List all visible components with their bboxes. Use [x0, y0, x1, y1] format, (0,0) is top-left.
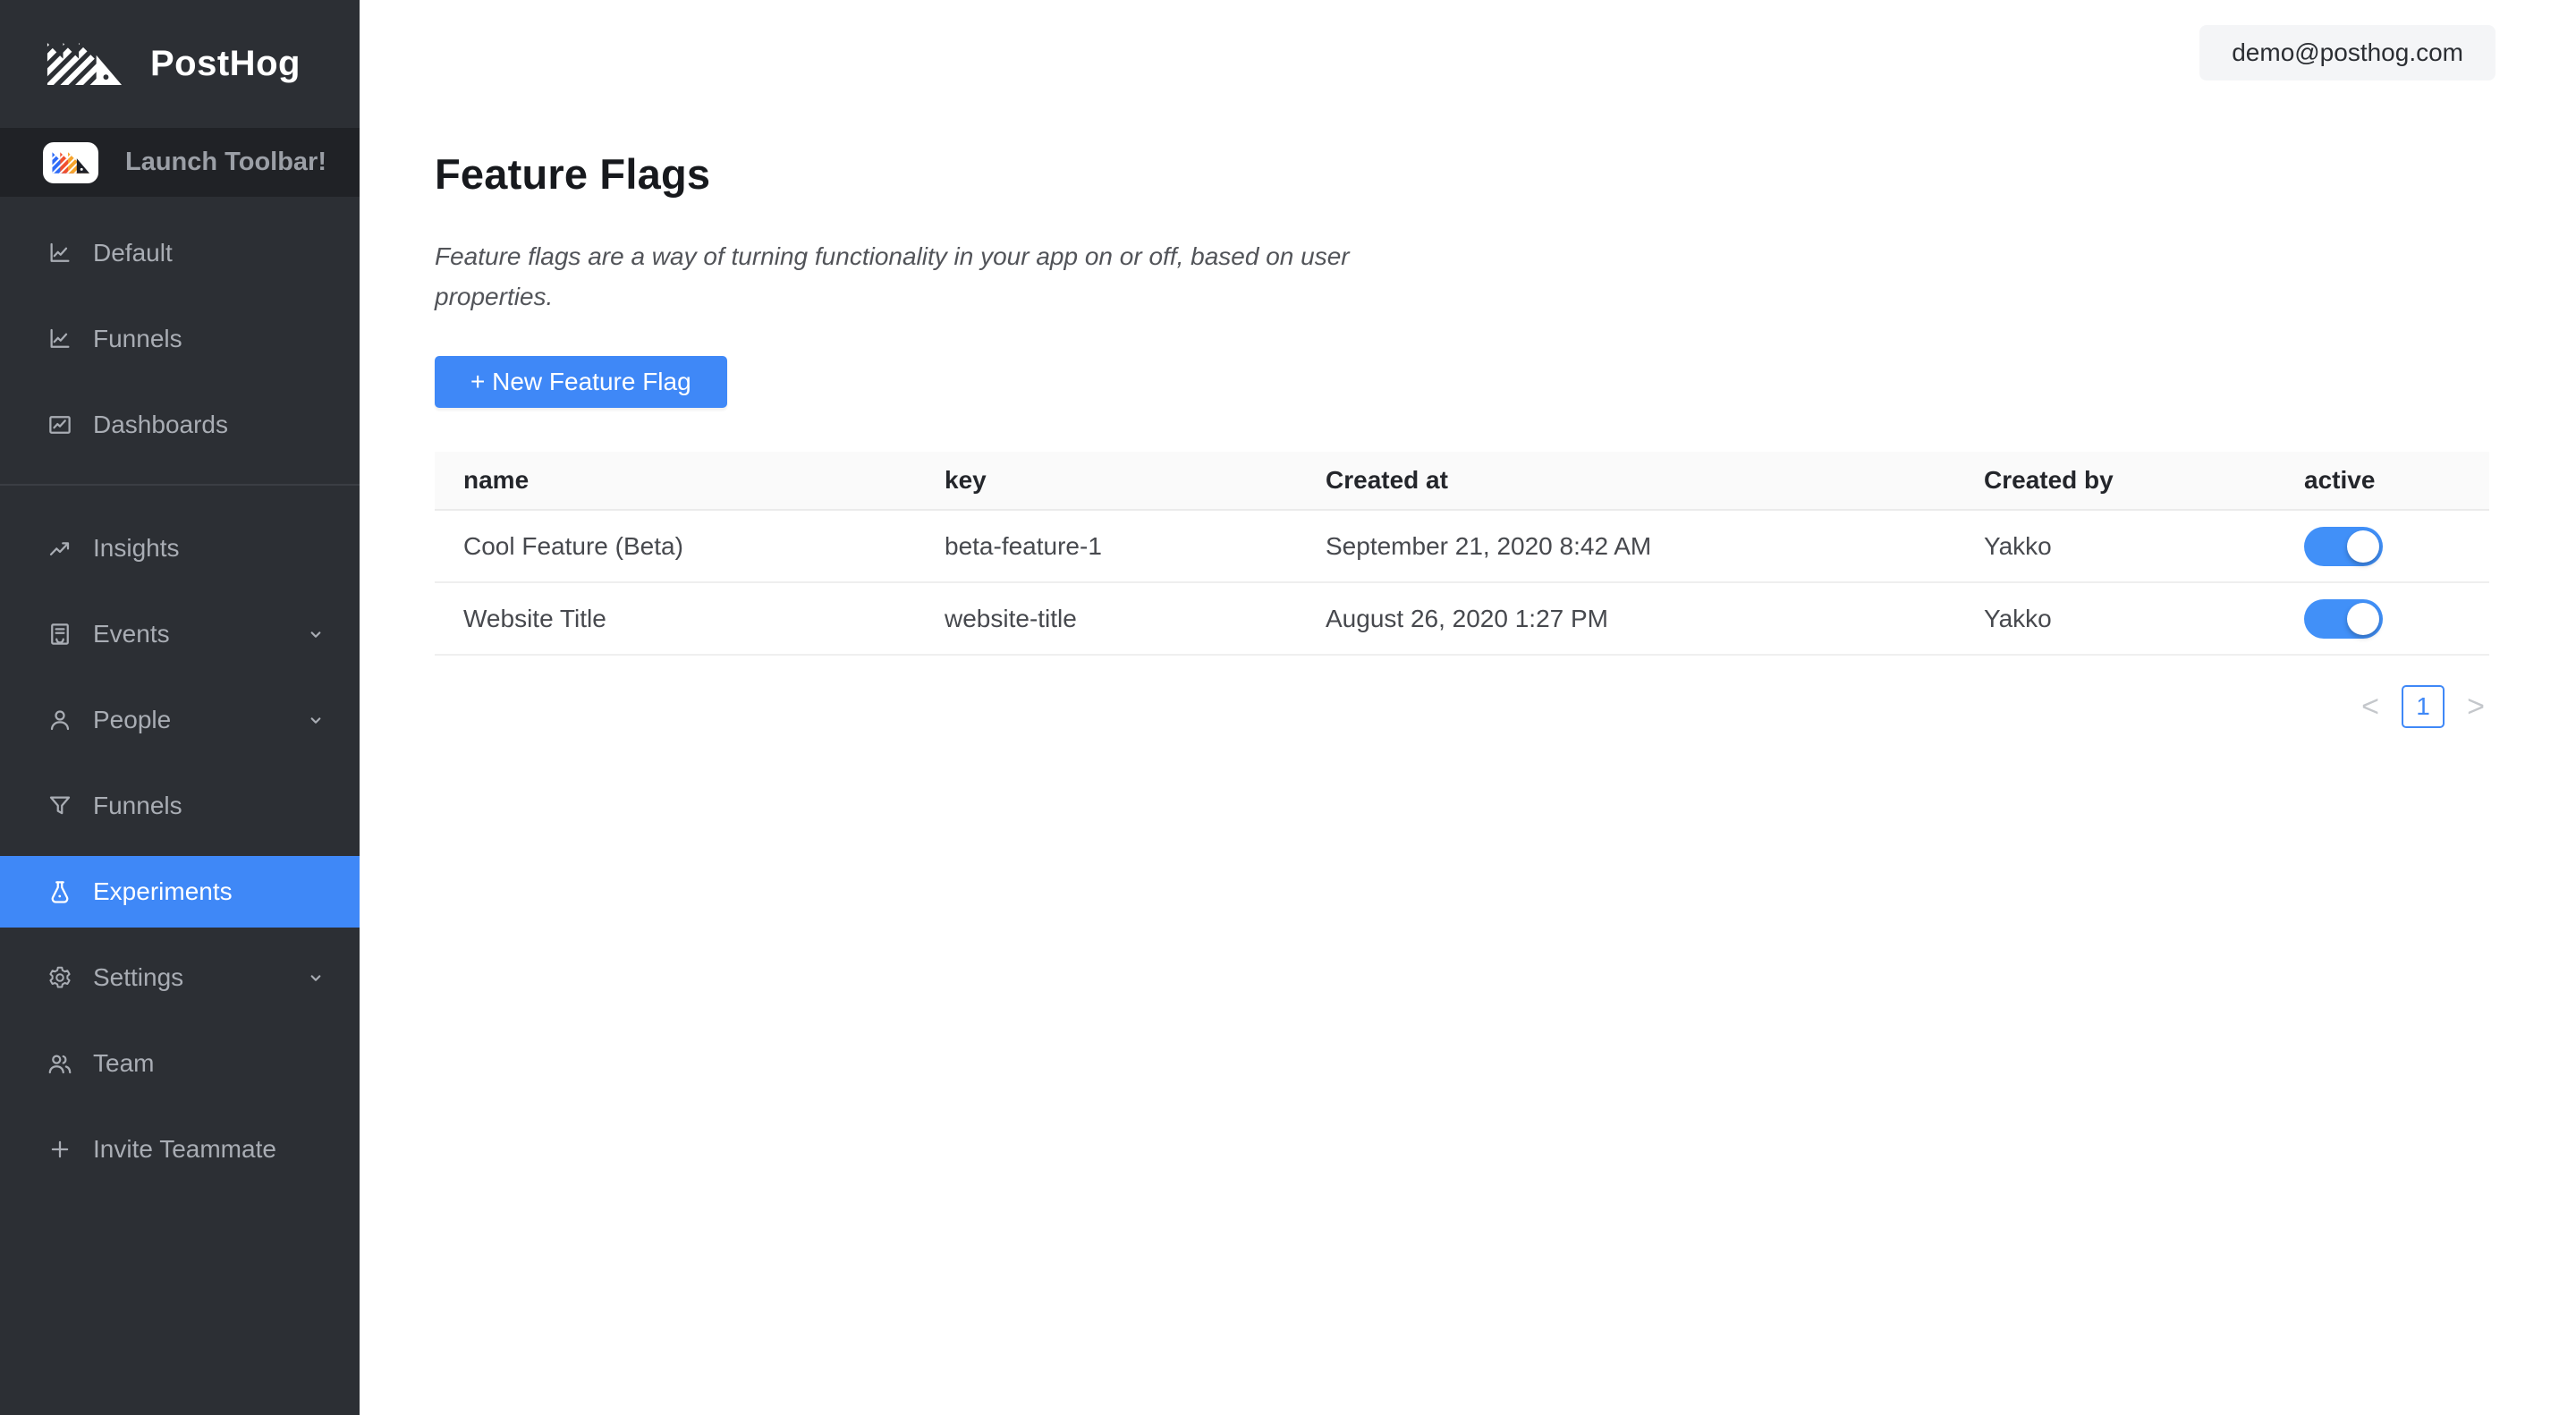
sidebar-item-default[interactable]: Default — [0, 217, 360, 289]
column-header-key: key — [916, 452, 1297, 510]
sidebar-item-label: Experiments — [93, 877, 327, 906]
active-toggle[interactable] — [2304, 599, 2383, 639]
flask-icon — [47, 878, 73, 905]
feature-flags-table: name key Created at Created by active Co… — [435, 452, 2489, 656]
feature-flags-page: Feature Flags Feature flags are a way of… — [360, 0, 2576, 764]
column-header-created-by: Created by — [1955, 452, 2275, 510]
line-chart-icon — [47, 240, 73, 267]
flag-created-by-cell: Yakko — [1955, 582, 2275, 655]
sidebar-menu: Default Funnels Dashboards Insights — [0, 197, 360, 1199]
pagination-page-1[interactable]: 1 — [2402, 685, 2445, 728]
sidebar-item-label: Settings — [93, 963, 304, 992]
column-header-active: active — [2275, 452, 2489, 510]
flag-active-cell — [2275, 510, 2489, 582]
flag-active-cell — [2275, 582, 2489, 655]
user-icon — [47, 707, 73, 733]
flag-key-cell: website-title — [916, 582, 1297, 655]
sidebar-item-label: Default — [93, 239, 327, 267]
sidebar-item-experiments[interactable]: Experiments — [0, 856, 360, 928]
new-feature-flag-button[interactable]: + New Feature Flag — [435, 356, 727, 408]
sidebar-item-settings[interactable]: Settings — [0, 942, 360, 1013]
pagination: < 1 > — [435, 685, 2489, 764]
table-header-row: name key Created at Created by active — [435, 452, 2489, 510]
flag-key-cell: beta-feature-1 — [916, 510, 1297, 582]
main-content: demo@posthog.com Feature Flags Feature f… — [360, 0, 2576, 1415]
sidebar-item-label: People — [93, 706, 304, 734]
column-header-name: name — [435, 452, 916, 510]
chevron-down-icon — [304, 708, 327, 732]
page-description: Feature flags are a way of turning funct… — [435, 236, 1419, 317]
container-icon — [47, 621, 73, 648]
flag-created-at-cell: September 21, 2020 8:42 AM — [1297, 510, 1955, 582]
flag-name-cell: Cool Feature (Beta) — [435, 510, 916, 582]
active-toggle[interactable] — [2304, 527, 2383, 566]
sidebar-item-insights[interactable]: Insights — [0, 513, 360, 584]
launch-toolbar-label: Launch Toolbar! — [125, 148, 326, 177]
sidebar-item-dashboards[interactable]: Dashboards — [0, 389, 360, 461]
sidebar-item-label: Dashboards — [93, 411, 327, 439]
funnel-icon — [47, 792, 73, 819]
column-header-created-at: Created at — [1297, 452, 1955, 510]
chevron-down-icon — [304, 966, 327, 989]
sidebar-item-team[interactable]: Team — [0, 1028, 360, 1099]
sidebar-item-label: Events — [93, 620, 304, 648]
flag-name-cell: Website Title — [435, 582, 916, 655]
toggle-knob — [2347, 530, 2379, 563]
launch-toolbar-button[interactable]: Launch Toolbar! — [0, 128, 360, 197]
sidebar-item-people[interactable]: People — [0, 684, 360, 756]
rise-arrow-icon — [47, 535, 73, 562]
flag-created-at-cell: August 26, 2020 1:27 PM — [1297, 582, 1955, 655]
line-chart-icon — [47, 326, 73, 352]
team-icon — [47, 1050, 73, 1077]
user-email: demo@posthog.com — [2232, 38, 2463, 67]
sidebar-item-label: Invite Teammate — [93, 1135, 327, 1164]
posthog-logo-icon — [45, 41, 123, 87]
table-row[interactable]: Cool Feature (Beta) beta-feature-1 Septe… — [435, 510, 2489, 582]
sidebar-item-label: Insights — [93, 534, 327, 563]
pagination-next-icon[interactable]: > — [2462, 685, 2489, 728]
toggle-knob — [2347, 603, 2379, 635]
fund-chart-icon — [47, 411, 73, 438]
brand-name: PostHog — [150, 44, 301, 84]
sidebar-item-funnels-2[interactable]: Funnels — [0, 770, 360, 842]
user-email-badge[interactable]: demo@posthog.com — [2199, 25, 2496, 80]
page-title: Feature Flags — [435, 149, 2489, 199]
gear-icon — [47, 964, 73, 991]
plus-icon — [47, 1136, 73, 1163]
sidebar-item-funnels[interactable]: Funnels — [0, 303, 360, 375]
sidebar: PostHog Launch Toolbar! — [0, 0, 360, 1415]
sidebar-item-label: Team — [93, 1049, 327, 1078]
chevron-down-icon — [304, 623, 327, 646]
posthog-mini-logo-icon — [43, 142, 98, 183]
sidebar-item-label: Funnels — [93, 792, 327, 820]
flag-created-by-cell: Yakko — [1955, 510, 2275, 582]
sidebar-item-invite-teammate[interactable]: Invite Teammate — [0, 1114, 360, 1185]
pagination-prev-icon[interactable]: < — [2357, 685, 2384, 728]
posthog-logo[interactable]: PostHog — [0, 0, 360, 128]
sidebar-item-events[interactable]: Events — [0, 598, 360, 670]
sidebar-item-label: Funnels — [93, 325, 327, 353]
table-row[interactable]: Website Title website-title August 26, 2… — [435, 582, 2489, 655]
sidebar-divider — [0, 484, 360, 486]
